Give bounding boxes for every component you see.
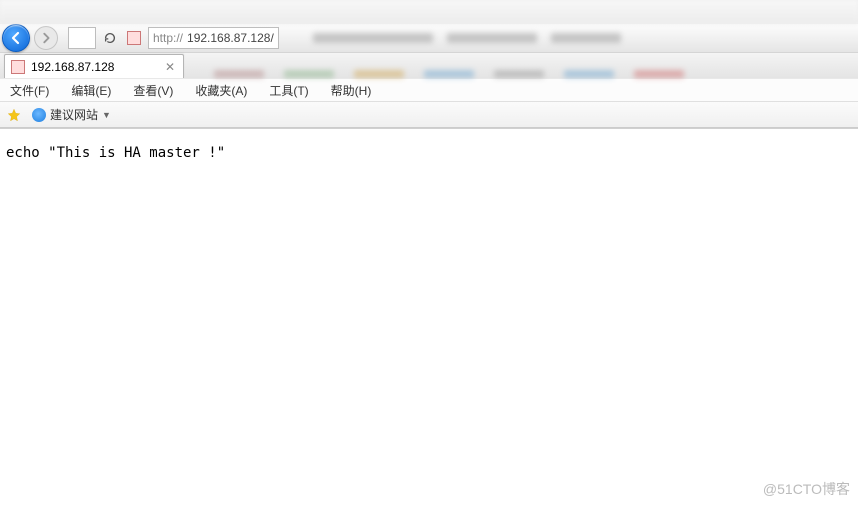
browser-tab[interactable]: 192.168.87.128 ✕ (4, 54, 184, 78)
suggested-sites-link[interactable]: 建议网站 ▼ (28, 104, 115, 125)
navigation-toolbar: http:// 192.168.87.128/ (0, 24, 858, 52)
menu-bar: 文件(F) 编辑(E) 查看(V) 收藏夹(A) 工具(T) 帮助(H) (0, 78, 858, 102)
menu-favorites[interactable]: 收藏夹(A) (191, 80, 251, 101)
blurred-background-tabs (283, 28, 856, 48)
suggested-sites-label: 建议网站 (50, 106, 98, 123)
url-host: 192.168.87.128/ (187, 31, 274, 45)
window-title-bar (0, 0, 858, 24)
compat-view-button[interactable] (124, 28, 144, 48)
add-favorite-button[interactable] (6, 107, 22, 123)
menu-tools[interactable]: 工具(T) (265, 80, 312, 101)
ie-icon (32, 108, 46, 122)
blurred-background-items (184, 70, 684, 78)
page-icon (11, 60, 25, 74)
forward-button[interactable] (34, 26, 58, 50)
favorites-bar: 建议网站 ▼ (0, 102, 858, 128)
refresh-icon (103, 31, 117, 45)
tab-close-button[interactable]: ✕ (163, 60, 177, 74)
chevron-down-icon: ▼ (102, 110, 111, 120)
back-button[interactable] (2, 24, 30, 52)
menu-help[interactable]: 帮助(H) (327, 80, 376, 101)
refresh-button[interactable] (100, 28, 120, 48)
broken-page-icon (127, 31, 141, 45)
menu-view[interactable]: 查看(V) (129, 80, 177, 101)
page-body-text: echo "This is HA master !" (0, 129, 858, 177)
address-input-small[interactable] (68, 27, 96, 49)
arrow-right-icon (40, 32, 52, 44)
star-icon (7, 108, 21, 122)
watermark: @51CTO博客 (763, 479, 850, 499)
menu-file[interactable]: 文件(F) (6, 80, 53, 101)
tab-title: 192.168.87.128 (31, 60, 114, 74)
address-bar[interactable]: http:// 192.168.87.128/ (148, 27, 279, 49)
url-protocol: http:// (153, 31, 183, 45)
arrow-left-icon (9, 31, 23, 45)
menu-edit[interactable]: 编辑(E) (67, 80, 115, 101)
tab-strip: 192.168.87.128 ✕ (0, 52, 858, 78)
